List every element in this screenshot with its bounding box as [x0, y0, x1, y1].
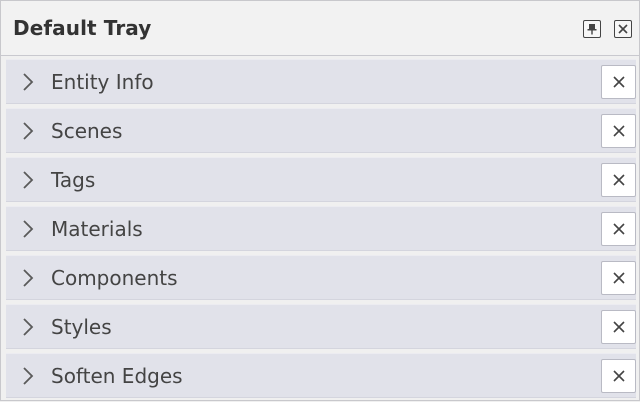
close-panel-button[interactable] [601, 212, 636, 246]
chevron-right-icon[interactable] [21, 72, 35, 92]
panel-label: Scenes [51, 119, 123, 143]
close-tray-button[interactable] [614, 20, 632, 38]
default-tray: Default Tray Entity Info Scenes Tags Mat… [0, 0, 640, 401]
close-icon [612, 223, 625, 235]
panel-materials[interactable]: Materials [6, 206, 636, 251]
panel-label: Materials [51, 217, 143, 241]
close-icon [612, 174, 625, 186]
panel-scenes[interactable]: Scenes [6, 108, 636, 153]
chevron-right-icon[interactable] [21, 317, 35, 337]
panel-label: Tags [51, 168, 96, 192]
panel-list: Entity Info Scenes Tags Materials Compon… [1, 59, 639, 402]
chevron-right-icon[interactable] [21, 268, 35, 288]
panel-styles[interactable]: Styles [6, 304, 636, 349]
close-panel-button[interactable] [601, 261, 636, 295]
close-panel-button[interactable] [601, 163, 636, 197]
close-panel-button[interactable] [601, 65, 636, 99]
close-panel-button[interactable] [601, 359, 636, 393]
pin-button[interactable] [583, 20, 601, 38]
close-icon [612, 76, 625, 88]
tray-header: Default Tray [1, 1, 639, 56]
panel-label: Styles [51, 315, 112, 339]
pin-icon [587, 24, 597, 35]
close-icon [612, 125, 625, 137]
panel-label: Entity Info [51, 70, 154, 94]
chevron-right-icon[interactable] [21, 219, 35, 239]
chevron-right-icon[interactable] [21, 170, 35, 190]
close-icon [612, 321, 625, 333]
tray-title: Default Tray [13, 16, 152, 40]
close-panel-button[interactable] [601, 310, 636, 344]
chevron-right-icon[interactable] [21, 366, 35, 386]
panel-components[interactable]: Components [6, 255, 636, 300]
panel-entity-info[interactable]: Entity Info [6, 59, 636, 104]
panel-tags[interactable]: Tags [6, 157, 636, 202]
close-icon [612, 272, 625, 284]
chevron-right-icon[interactable] [21, 121, 35, 141]
close-icon [618, 24, 628, 34]
panel-label: Soften Edges [51, 364, 183, 388]
panel-label: Components [51, 266, 178, 290]
close-icon [612, 370, 625, 382]
close-panel-button[interactable] [601, 114, 636, 148]
panel-soften-edges[interactable]: Soften Edges [6, 353, 636, 398]
